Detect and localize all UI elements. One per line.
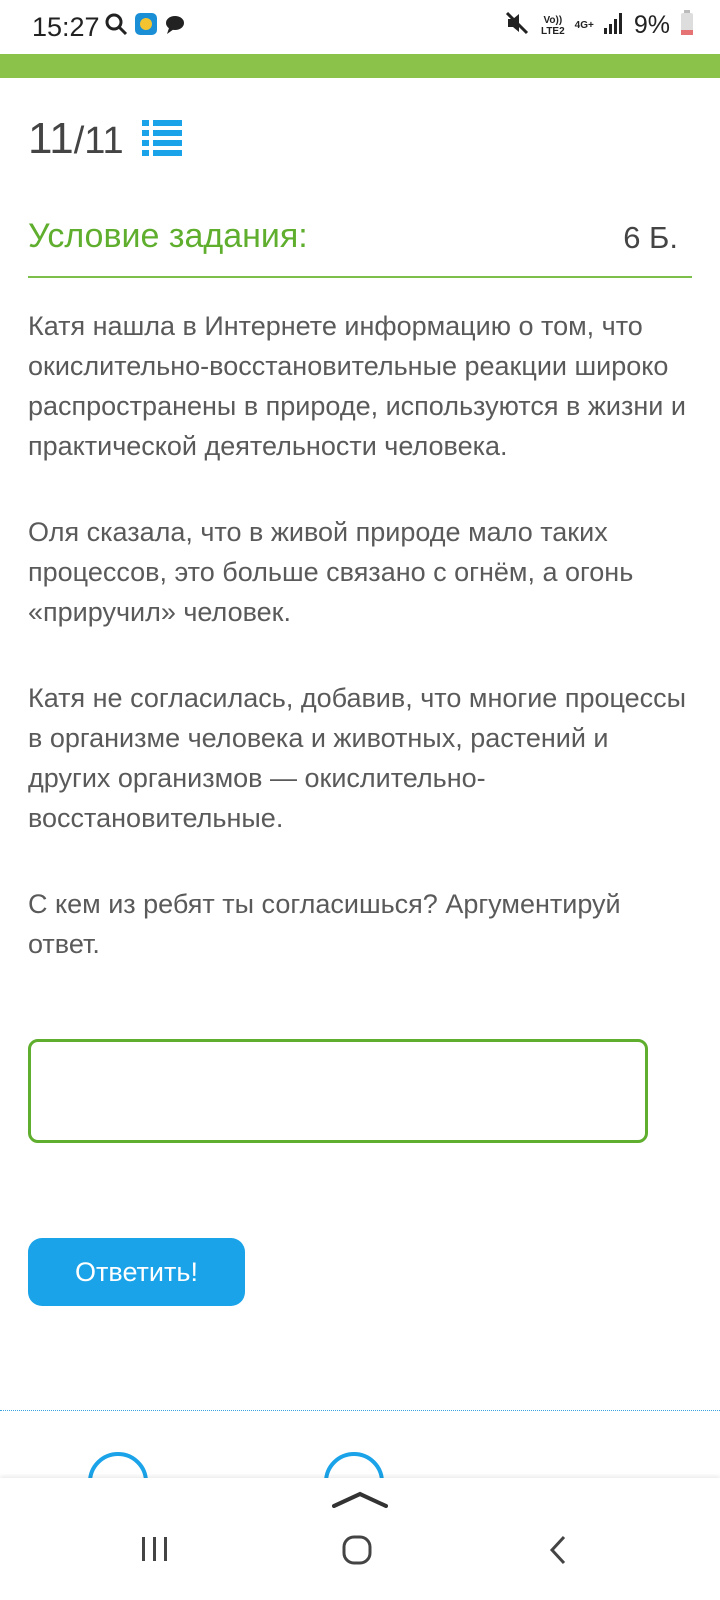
home-icon[interactable] bbox=[341, 1534, 373, 1571]
mute-icon bbox=[505, 11, 531, 40]
signal-icon bbox=[603, 12, 624, 39]
battery-percent: 9% bbox=[633, 11, 670, 39]
status-bar: 15:27 Vo)) LTE2 4G+ 9% bbox=[0, 0, 720, 54]
progress-bar bbox=[0, 54, 720, 78]
task-paragraph: Оля сказала, что в живой природе мало та… bbox=[28, 517, 634, 627]
task-paragraph: Катя нашла в Интернете информацию о том,… bbox=[28, 311, 686, 461]
list-icon[interactable] bbox=[142, 120, 182, 161]
app-icon bbox=[134, 12, 158, 41]
question-counter: 11/11 bbox=[28, 114, 124, 164]
system-nav-bar bbox=[0, 1526, 720, 1600]
answer-input[interactable] bbox=[28, 1039, 648, 1143]
chevron-up-icon[interactable] bbox=[332, 1490, 388, 1513]
battery-icon bbox=[680, 10, 694, 41]
condition-title: Условие задания: bbox=[28, 217, 308, 255]
status-time: 15:27 bbox=[32, 12, 100, 42]
task-text: Катя нашла в Интернете информацию о том,… bbox=[28, 306, 698, 1010]
task-points: 6 Б. bbox=[623, 220, 678, 255]
section-divider bbox=[0, 1410, 720, 1411]
counter-current: 11 bbox=[28, 114, 74, 163]
submit-answer-button[interactable]: Ответить! bbox=[28, 1238, 245, 1306]
chat-icon bbox=[164, 13, 186, 40]
network-indicator: Vo)) LTE2 bbox=[540, 14, 565, 37]
network-gen: 4G+ bbox=[574, 20, 594, 31]
search-icon bbox=[104, 12, 128, 41]
title-divider bbox=[28, 276, 692, 278]
back-icon[interactable] bbox=[548, 1534, 568, 1571]
task-paragraph: Катя не согласилась, добавив, что многие… bbox=[28, 683, 687, 833]
task-paragraph: С кем из ребят ты согласишься? Аргументи… bbox=[28, 889, 621, 959]
recent-apps-icon[interactable] bbox=[140, 1534, 170, 1569]
counter-total: /11 bbox=[73, 120, 124, 162]
